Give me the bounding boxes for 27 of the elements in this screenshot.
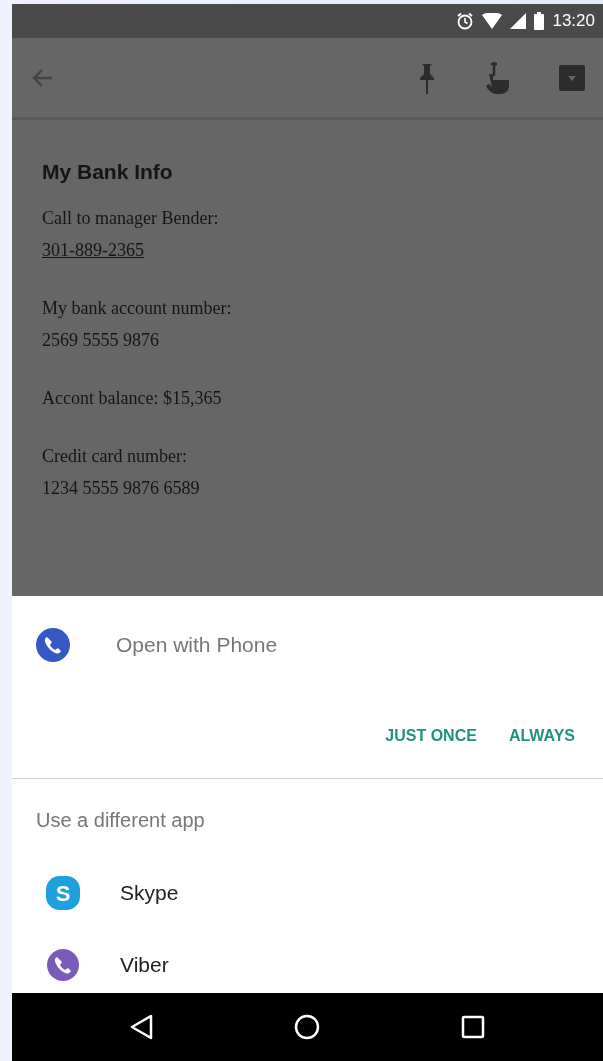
note-text: My bank account number: <box>42 297 232 318</box>
alarm-icon <box>456 12 475 30</box>
section-label: Use a different app <box>35 808 206 833</box>
note-text: Credit card number: <box>42 445 187 466</box>
action-button[interactable]: ALWAYS <box>496 714 587 758</box>
open-with-label: Open with Phone <box>116 632 278 659</box>
wifi-icon <box>482 13 503 29</box>
app-name[interactable]: Viber <box>120 949 169 981</box>
signal-icon <box>510 13 527 29</box>
note-text: 1234 5555 9876 6589 <box>42 477 200 498</box>
note-title: My Bank Info <box>42 159 174 185</box>
phone-number-link[interactable]: 301-889-2365 <box>42 239 144 260</box>
battery-icon <box>534 12 545 30</box>
clock-time: 13:20 <box>552 10 595 33</box>
back-arrow-icon[interactable] <box>30 66 54 89</box>
back-icon[interactable] <box>130 1014 155 1040</box>
recents-icon[interactable] <box>460 1015 485 1039</box>
pin-icon[interactable] <box>419 61 435 94</box>
action-button[interactable]: JUST ONCE <box>373 714 489 758</box>
phone-icon <box>36 628 70 662</box>
note-text: Call to manager Bender: <box>42 207 219 228</box>
home-icon[interactable] <box>294 1014 321 1040</box>
archive-icon[interactable] <box>559 64 585 91</box>
app-icon: S <box>46 876 80 910</box>
app-name[interactable]: Skype <box>120 877 179 909</box>
note-text: Accont balance: $15,365 <box>42 387 222 408</box>
note-text: 2569 5555 9876 <box>42 329 159 350</box>
